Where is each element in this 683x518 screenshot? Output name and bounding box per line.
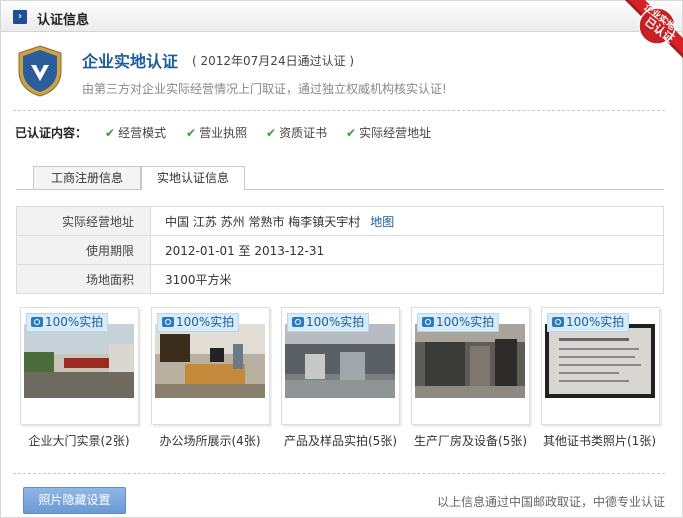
- map-link[interactable]: 地图: [370, 215, 394, 229]
- photo-factory: [415, 324, 525, 398]
- camera-icon: [422, 317, 434, 327]
- badge-label: 100%实拍: [566, 315, 625, 329]
- photo-caption[interactable]: 企业大门实景(2张): [18, 432, 140, 449]
- real-photo-badge: 100%实拍: [417, 313, 500, 332]
- badge-label: 100%实拍: [436, 315, 495, 329]
- check-icon: ✔: [346, 126, 357, 140]
- row-key: 实际经营地址: [16, 206, 151, 236]
- verified-item: ✔ 资质证书: [266, 124, 327, 141]
- photo-caption[interactable]: 生产厂房及设备(5张): [407, 432, 534, 449]
- photo-caption[interactable]: 其他证书类照片(1张): [536, 432, 663, 449]
- photo-card[interactable]: 100%实拍: [151, 307, 270, 425]
- real-photo-badge: 100%实拍: [26, 313, 109, 332]
- row-value: 中国 江苏 苏州 常熟市 梅李镇天宇村 地图: [150, 206, 664, 236]
- table-row: 场地面积 3100平方米: [16, 264, 664, 294]
- real-photo-badge: 100%实拍: [157, 313, 240, 332]
- section-title: 认证信息: [37, 13, 90, 28]
- shield-icon: [18, 45, 62, 97]
- row-value: 3100平方米: [150, 264, 664, 294]
- verified-item: ✔ 营业执照: [186, 124, 247, 141]
- verified-item-label: 经营模式: [118, 126, 167, 140]
- tab-bar: 工商注册信息 实地认证信息: [16, 166, 664, 190]
- photo-gate: [24, 324, 134, 398]
- section-header: › 认证信息: [0, 0, 683, 32]
- row-key: 场地面积: [16, 264, 151, 294]
- verified-item-label: 资质证书: [279, 126, 328, 140]
- photo-caption[interactable]: 产品及样品实拍(5张): [277, 432, 404, 449]
- tab-business-registration[interactable]: 工商注册信息: [33, 166, 141, 189]
- check-icon: ✔: [266, 126, 277, 140]
- camera-icon: [31, 317, 43, 327]
- verified-item: ✔ 经营模式: [105, 124, 166, 141]
- divider: [13, 110, 665, 111]
- photo-card[interactable]: 100%实拍: [281, 307, 400, 425]
- badge-label: 100%实拍: [176, 315, 235, 329]
- photo-office: [155, 324, 265, 398]
- photo-card[interactable]: 100%实拍: [541, 307, 660, 425]
- verified-ribbon-badge: 企业实地 已认证: [603, 0, 683, 80]
- cert-title: 企业实地认证: [82, 52, 179, 71]
- camera-icon: [552, 317, 564, 327]
- cert-description: 由第三方对企业实际经营情况上门取证，通过独立权威机构核实认证!: [82, 82, 447, 96]
- real-photo-badge: 100%实拍: [547, 313, 630, 332]
- verified-item: ✔ 实际经营地址: [346, 124, 431, 141]
- chevron-right-icon: ›: [13, 10, 27, 24]
- tab-onsite-verification[interactable]: 实地认证信息: [141, 166, 245, 190]
- footer-note: 以上信息通过中国邮政取证，中德专业认证: [436, 495, 665, 509]
- row-key: 使用期限: [16, 235, 151, 265]
- camera-icon: [162, 317, 174, 327]
- table-row: 实际经营地址 中国 江苏 苏州 常熟市 梅李镇天宇村 地图: [16, 206, 664, 236]
- camera-icon: [292, 317, 304, 327]
- divider: [13, 473, 665, 474]
- photo-hide-settings-button[interactable]: 照片隐藏设置: [23, 487, 126, 514]
- table-row: 使用期限 2012-01-01 至 2013-12-31: [16, 235, 664, 265]
- check-icon: ✔: [105, 126, 116, 140]
- photo-card[interactable]: 100%实拍: [411, 307, 530, 425]
- photo-products: [285, 324, 395, 398]
- photo-certificate: [545, 324, 655, 398]
- verified-item-label: 实际经营地址: [359, 126, 432, 140]
- verified-label: 已认证内容：: [15, 126, 88, 140]
- info-table: 实际经营地址 中国 江苏 苏州 常熟市 梅李镇天宇村 地图 使用期限 2012-0…: [16, 206, 664, 294]
- photo-caption[interactable]: 办公场所展示(4张): [149, 432, 271, 449]
- badge-label: 100%实拍: [306, 315, 365, 329]
- cert-date: ( 2012年07月24日通过认证 ): [192, 54, 355, 68]
- row-value: 2012-01-01 至 2013-12-31: [150, 235, 664, 265]
- badge-label: 100%实拍: [45, 315, 104, 329]
- photo-card[interactable]: 100%实拍: [20, 307, 139, 425]
- real-photo-badge: 100%实拍: [287, 313, 370, 332]
- address-value: 中国 江苏 苏州 常熟市 梅李镇天宇村: [165, 214, 361, 229]
- check-icon: ✔: [186, 126, 197, 140]
- verified-item-label: 营业执照: [199, 126, 248, 140]
